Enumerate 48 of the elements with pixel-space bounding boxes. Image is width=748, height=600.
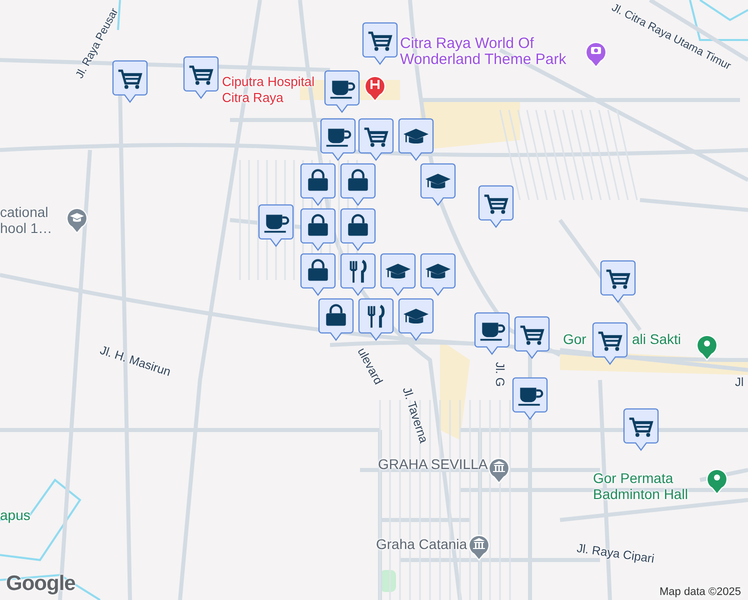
place-label: GRAHA SEVILLA [378,456,488,472]
shopping-cart-marker-icon[interactable] [112,60,148,103]
shopping-cart-marker-icon[interactable] [600,260,636,303]
shopping-cart-marker-icon[interactable] [514,316,550,359]
place-label: ali Sakti [632,331,682,347]
coffee-cup-marker-icon[interactable] [320,118,356,161]
coffee-cup-marker-icon[interactable] [258,204,294,247]
shopping-cart-marker-icon[interactable] [362,22,398,65]
place-label: Graha Catania [376,536,468,552]
place-label: Gor Permata Badminton Hall [593,470,689,502]
google-logo: Google [6,572,76,596]
coffee-cup-marker-icon[interactable] [512,377,548,420]
shopping-cart-marker-icon[interactable] [592,322,628,365]
shopping-bag-marker-icon[interactable] [340,208,376,251]
place-label: Citra Raya World Of Wonderland Theme Park [400,36,568,68]
coffee-cup-marker-icon[interactable] [324,70,360,113]
place-label: Gor [563,331,586,347]
shopping-cart-marker-icon[interactable] [623,408,659,451]
shopping-bag-marker-icon[interactable] [318,298,354,341]
shopping-bag-marker-icon[interactable] [340,163,376,206]
graduation-cap-marker-icon[interactable] [420,253,456,296]
hospital-pin-icon[interactable] [364,74,386,102]
shopping-bag-marker-icon[interactable] [300,253,336,296]
building-pin-icon[interactable] [468,533,490,561]
shopping-bag-marker-icon[interactable] [300,163,336,206]
circle-pin-icon[interactable] [706,467,728,495]
street-label: Jl. G [492,362,508,387]
graduation-cap-marker-icon[interactable] [420,163,456,206]
camera-pin-icon[interactable] [585,40,607,68]
fork-knife-marker-icon[interactable] [358,298,394,341]
building-pin-icon[interactable] [488,456,510,484]
shopping-bag-marker-icon[interactable] [300,208,336,251]
street-label: Jl. Taverna [398,385,432,445]
coffee-cup-marker-icon[interactable] [474,312,510,355]
fork-knife-marker-icon[interactable] [340,253,376,296]
shopping-cart-marker-icon[interactable] [358,118,394,161]
place-label: apus [0,507,30,523]
street-label: Jl [735,374,744,390]
graduation-cap-marker-icon[interactable] [380,253,416,296]
graduation-cap-marker-icon[interactable] [398,118,434,161]
shopping-cart-marker-icon[interactable] [183,56,219,99]
graduation-cap-marker-icon[interactable] [398,298,434,341]
shopping-cart-marker-icon[interactable] [478,185,514,228]
street-label: Jl. Raya Cipari [576,540,656,567]
place-label: Ciputra Hospital Citra Raya [222,74,316,106]
circle-pin-icon[interactable] [696,333,718,361]
graduation-cap-pin-icon[interactable] [66,206,88,234]
place-label: cational hool 1… [0,204,54,236]
